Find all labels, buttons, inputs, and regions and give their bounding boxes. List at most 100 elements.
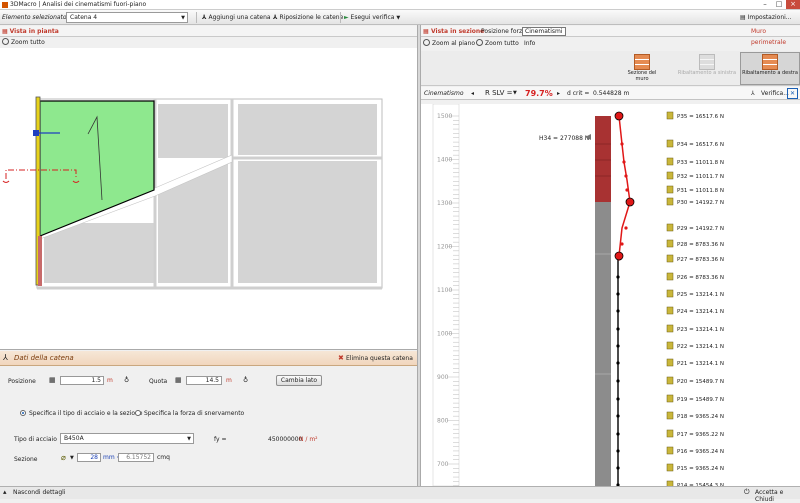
overturn-right-label: Ribaltamento a destra (742, 70, 798, 76)
hide-details-icon[interactable]: ▴ (3, 488, 7, 496)
diameter-field[interactable]: 28 (77, 453, 101, 462)
chain-icon: ⅄ (3, 353, 8, 362)
maximize-icon[interactable]: □ (772, 0, 786, 9)
accept-icon: ⏻ (744, 488, 750, 496)
add-chain-button[interactable]: ⅄ Aggiungi una catena (202, 12, 271, 23)
chain-anchor (33, 130, 39, 136)
force-value: P17 = 9365.22 N (677, 432, 724, 438)
load-node (624, 174, 628, 178)
force-value: P15 = 9365.24 N (677, 466, 724, 472)
weight-icon (666, 157, 674, 166)
force-label: P15 = 9365.24 N (666, 463, 724, 472)
zoom-all-button[interactable]: Zoom tutto (476, 38, 519, 50)
hinge-top (614, 111, 624, 121)
calculator-icon[interactable]: ▦ (49, 376, 56, 384)
yield-force-radio[interactable] (135, 410, 141, 416)
next-icon[interactable]: ▸ (557, 87, 560, 100)
overturn-left-icon (699, 54, 715, 70)
rslv-label: R SLV = (485, 89, 513, 97)
ruler-label: 1200 (437, 244, 452, 251)
height-label: Quota (149, 378, 168, 385)
load-node (622, 160, 626, 164)
reposition-label: Riposizione le catene (279, 14, 344, 21)
steel-type-select[interactable]: B450A ▼ (60, 433, 194, 444)
horizontal-force-label: H34 = 277088 N (539, 135, 589, 142)
delete-icon: ✖ (338, 354, 344, 362)
hinge-middle (625, 197, 635, 207)
tab-section-view[interactable]: Vista in sezione (431, 26, 484, 37)
chevron-down-icon[interactable]: ▼ (70, 455, 74, 461)
pin-icon[interactable]: ♁ (243, 376, 248, 384)
load-node (616, 466, 620, 470)
section-drawing[interactable]: 1500 1400 1300 1200 1100 1000 900 800 700 H34 = … (421, 104, 800, 486)
hide-details-button[interactable]: Nascondi dettagli (13, 489, 65, 496)
zoom-icon (2, 38, 9, 45)
force-value: P32 = 11011.7 N (677, 174, 724, 180)
verify-button[interactable]: Verifica... (761, 87, 789, 100)
swap-side-button[interactable]: Cambia lato (276, 375, 322, 386)
zoom-floor-label: Zoom al piano (432, 40, 476, 47)
accept-close-button[interactable]: Accetta e Chiudi (755, 489, 800, 503)
plan-canvas[interactable] (0, 48, 417, 350)
weight-icon (666, 358, 674, 367)
zoom-all-button[interactable]: Zoom tutto (2, 37, 45, 48)
section-canvas[interactable]: 1500 1400 1300 1200 1100 1000 900 800 700 H34 = … (421, 104, 800, 486)
close-panel-icon[interactable]: ✕ (787, 88, 798, 99)
force-value: P26 = 8783.36 N (677, 275, 724, 281)
chevron-down-icon[interactable]: ▼ (513, 87, 517, 100)
verify-icon: ⅄ (751, 90, 755, 97)
weight-icon (666, 139, 674, 148)
element-select[interactable]: Catena 4 ▼ (66, 12, 188, 23)
steel-type-radio[interactable] (20, 410, 26, 416)
section-view-icon: ▦ (423, 28, 429, 35)
zoom-floor-button[interactable]: Zoom al piano (423, 38, 475, 50)
tab-force-position[interactable]: Posizione forze (481, 26, 526, 37)
minimize-icon[interactable]: – (758, 0, 772, 9)
tab-mechanisms[interactable]: Cinematismi (522, 27, 566, 36)
weight-icon (666, 185, 674, 194)
overturn-left-label: Ribaltamento a sinistra (677, 70, 737, 76)
settings-button[interactable]: ▤ Impostazioni... (740, 12, 792, 23)
info-button[interactable]: Info (524, 38, 535, 50)
load-node (625, 188, 629, 192)
height-field[interactable]: 14.5 (186, 376, 222, 385)
load-node (616, 397, 620, 401)
pin-icon[interactable]: ♁ (124, 376, 129, 384)
prev-icon[interactable]: ◂ (471, 87, 474, 100)
force-value: P29 = 14192.7 N (677, 226, 724, 232)
force-label: P16 = 9365.24 N (666, 446, 724, 455)
run-check-button[interactable]: ► Esegui verifica ▼ (344, 12, 400, 23)
force-label: P20 = 15489.7 N (666, 376, 724, 385)
chain-add-icon: ⅄ (202, 14, 207, 21)
force-label: P35 = 16517.6 N (666, 111, 724, 120)
add-chain-label: Aggiungi una catena (208, 14, 271, 21)
zoom-all-label: Zoom tutto (485, 40, 519, 47)
status-bar: ▴ Nascondi dettagli ⏻ Accetta e Chiudi (0, 486, 800, 503)
position-field[interactable]: 1.5 (60, 376, 104, 385)
weight-icon (666, 429, 674, 438)
overturn-right-button[interactable]: Ribaltamento a destra (740, 52, 800, 85)
weight-icon (666, 411, 674, 420)
run-check-icon: ► (344, 14, 349, 21)
overturn-right-icon (762, 54, 778, 70)
section-view-header: ▦ Vista in sezione Posizione forze Cinem… (421, 26, 800, 46)
plan-drawing[interactable] (0, 48, 417, 350)
close-icon[interactable]: × (786, 0, 800, 9)
reposition-chains-button[interactable]: ⅄ Riposizione le catene (273, 12, 343, 23)
ruler-label: 900 (437, 374, 449, 381)
force-label: P32 = 11011.7 N (666, 171, 724, 180)
wall-section-button[interactable]: Sezione del muro (621, 53, 663, 85)
zoom-icon (476, 39, 483, 46)
load-node (616, 275, 620, 279)
force-label: P33 = 11011.8 N (666, 157, 724, 166)
load-node (616, 361, 620, 365)
weight-icon (666, 446, 674, 455)
area-unit: cmq (157, 454, 170, 461)
overturn-left-button[interactable]: Ribaltamento a sinistra (674, 53, 740, 85)
calculator-icon[interactable]: ▦ (175, 376, 182, 384)
load-node (616, 414, 620, 418)
steel-type-label: Tipo di acciaio (14, 436, 57, 443)
delete-chain-button[interactable]: Elimina questa catena (346, 355, 413, 362)
section-label: Sezione (14, 456, 38, 463)
force-value: P30 = 14192.7 N (677, 200, 724, 206)
